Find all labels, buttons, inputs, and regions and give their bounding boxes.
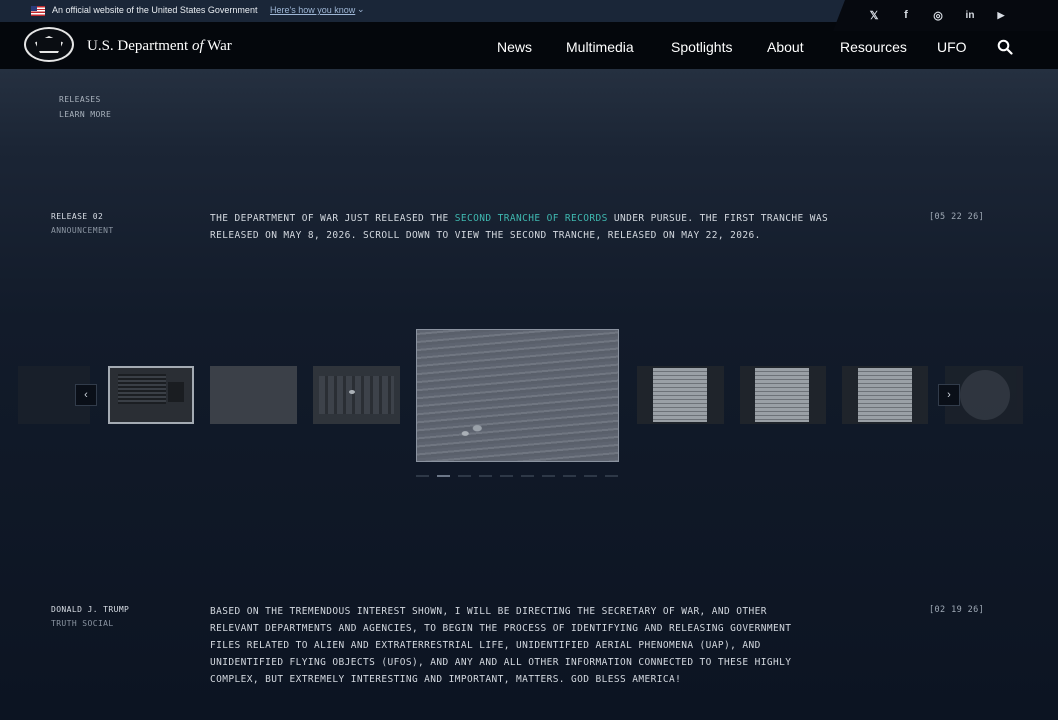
release-text-before: THE DEPARTMENT OF WAR JUST RELEASED THE <box>210 213 455 224</box>
chevron-down-icon[interactable]: ⌄ <box>357 4 365 15</box>
linkedin-icon[interactable]: in <box>961 6 979 24</box>
nav-about[interactable]: About <box>767 39 804 55</box>
how-you-know-link[interactable]: Here's how you know <box>270 5 355 15</box>
carousel-dot[interactable] <box>416 475 429 477</box>
site-brand[interactable]: U.S. Department of War <box>87 38 232 55</box>
carousel-dot[interactable] <box>500 475 513 477</box>
carousel-thumb[interactable] <box>637 366 724 424</box>
release-subtitle: ANNOUNCEMENT <box>51 226 114 235</box>
learn-more-link[interactable]: LEARN MORE <box>59 110 111 119</box>
carousel-dot[interactable] <box>458 475 471 477</box>
release-text: THE DEPARTMENT OF WAR JUST RELEASED THE … <box>210 210 830 244</box>
brand-of: of <box>191 38 204 54</box>
x-icon[interactable]: 𝕏 <box>865 6 883 24</box>
release-title: RELEASE 02 <box>51 212 104 221</box>
carousel-dot[interactable] <box>521 475 534 477</box>
carousel-dot-active[interactable] <box>437 475 450 477</box>
carousel-next-button[interactable]: › <box>938 384 960 406</box>
release-date: [05 22 26] <box>929 212 985 222</box>
instagram-icon[interactable]: ◎ <box>929 6 947 24</box>
carousel-dot[interactable] <box>542 475 555 477</box>
statement-source: TRUTH SOCIAL <box>51 619 114 628</box>
brand-prefix: U.S. Department <box>87 38 192 54</box>
nav-ufo[interactable]: UFO <box>937 39 967 55</box>
carousel-dot[interactable] <box>479 475 492 477</box>
nav-news[interactable]: News <box>497 39 532 55</box>
carousel-dot[interactable] <box>563 475 576 477</box>
us-flag-icon <box>31 6 45 16</box>
statement-text: BASED ON THE TREMENDOUS INTEREST SHOWN, … <box>210 606 792 685</box>
brand-suffix: War <box>203 38 232 54</box>
carousel-dot[interactable] <box>605 475 618 477</box>
search-icon[interactable] <box>997 39 1013 55</box>
carousel-thumb[interactable] <box>842 366 928 424</box>
official-site-text: An official website of the United States… <box>52 5 258 15</box>
second-tranche-link[interactable]: SECOND TRANCHE OF RECORDS <box>455 213 608 224</box>
statement-date: [02 19 26] <box>929 605 985 615</box>
carousel-prev-button[interactable]: ‹ <box>75 384 97 406</box>
releases-link[interactable]: RELEASES <box>59 95 101 104</box>
carousel-thumb[interactable] <box>313 366 400 424</box>
carousel-thumb[interactable] <box>210 366 297 424</box>
nav-resources[interactable]: Resources <box>840 39 907 55</box>
featured-record-image[interactable] <box>416 329 619 462</box>
youtube-icon[interactable]: ▶ <box>992 6 1010 24</box>
nav-spotlights[interactable]: Spotlights <box>671 39 732 55</box>
statement-author: DONALD J. TRUMP <box>51 605 130 614</box>
carousel-thumb[interactable] <box>108 366 194 424</box>
carousel-thumb[interactable] <box>740 366 826 424</box>
carousel-dot[interactable] <box>584 475 597 477</box>
facebook-icon[interactable]: f <box>897 6 915 24</box>
pentagon-seal-icon[interactable] <box>24 27 74 62</box>
nav-multimedia[interactable]: Multimedia <box>566 39 634 55</box>
